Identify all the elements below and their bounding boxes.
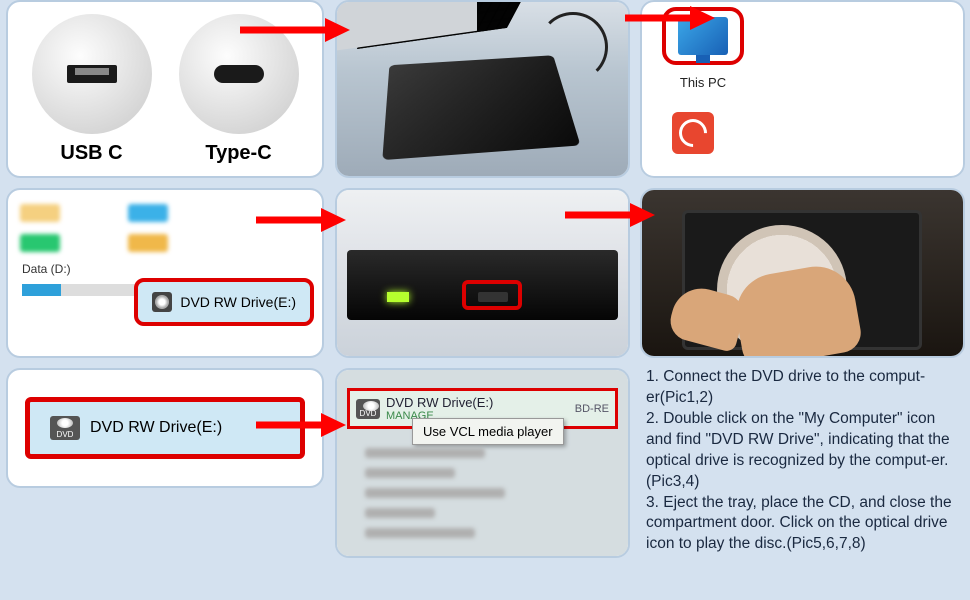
led-indicator-icon [387, 292, 409, 302]
dvd-drive-label: DVD RW Drive(E:) [180, 294, 296, 310]
panel-context-menu: DVD DVD RW Drive(E:) MANAGE BD-RE Use VC… [335, 368, 630, 558]
usb-a-label: USB C [60, 142, 122, 165]
drive-usage-bar [22, 284, 152, 296]
instruction-step-3: 3. Eject the tray, place the CD, and clo… [646, 493, 959, 556]
disc-icon [152, 292, 172, 312]
usb-c-label: Type-C [205, 142, 271, 165]
dvd-badge-icon: DVD [356, 399, 380, 419]
panel-eject-button [335, 188, 630, 358]
dvd-badge-icon: DVD [50, 416, 80, 440]
laptop-drive-photo [337, 2, 628, 176]
panel-insert-disc [640, 188, 965, 358]
dvd-drive-label: DVD RW Drive(E:) [90, 419, 222, 437]
data-drive-row[interactable]: Data (D:) [16, 258, 314, 280]
panel-file-explorer: Data (D:) 216 GB , 343 GB DVD RW Drive(E… [6, 188, 324, 358]
usb-a-group: USB C [32, 14, 152, 165]
usb-c-group: Type-C [179, 14, 299, 165]
drive-front-photo [337, 190, 628, 356]
panel-drive-connected [335, 0, 630, 178]
context-menu-item[interactable]: Use VCL media player [412, 418, 564, 445]
usb-c-port-icon [179, 14, 299, 134]
instruction-step-2: 2. Double click on the "My Computer" ico… [646, 409, 959, 493]
pdf-icon[interactable] [672, 112, 714, 154]
usb-a-port-icon [32, 14, 152, 134]
this-pc-highlight [662, 7, 744, 65]
this-pc-label: This PC [680, 75, 726, 90]
dvd-drive-chip[interactable]: DVD DVD RW Drive(E:) [25, 397, 305, 459]
instruction-step-1: 1. Connect the DVD drive to the comput-e… [646, 367, 959, 409]
dvd-drive-highlight[interactable]: DVD RW Drive(E:) [134, 278, 314, 326]
instructions-text: 1. Connect the DVD drive to the comput-e… [640, 365, 965, 595]
tooltip-title: DVD RW Drive(E:) [386, 395, 493, 410]
eject-button-highlight[interactable] [462, 280, 522, 310]
this-pc-icon-group: This PC [662, 7, 744, 90]
panel-desktop: This PC [640, 0, 965, 178]
context-menu-label: Use VCL media player [423, 424, 553, 439]
data-drive-label: Data (D:) [22, 262, 71, 276]
insert-disc-photo [642, 190, 963, 356]
panel-dvd-drive-icon: DVD DVD RW Drive(E:) [6, 368, 324, 488]
bd-label: BD-RE [575, 403, 609, 415]
monitor-icon[interactable] [678, 17, 728, 55]
panel-usb-ports: USB C Type-C [6, 0, 324, 178]
